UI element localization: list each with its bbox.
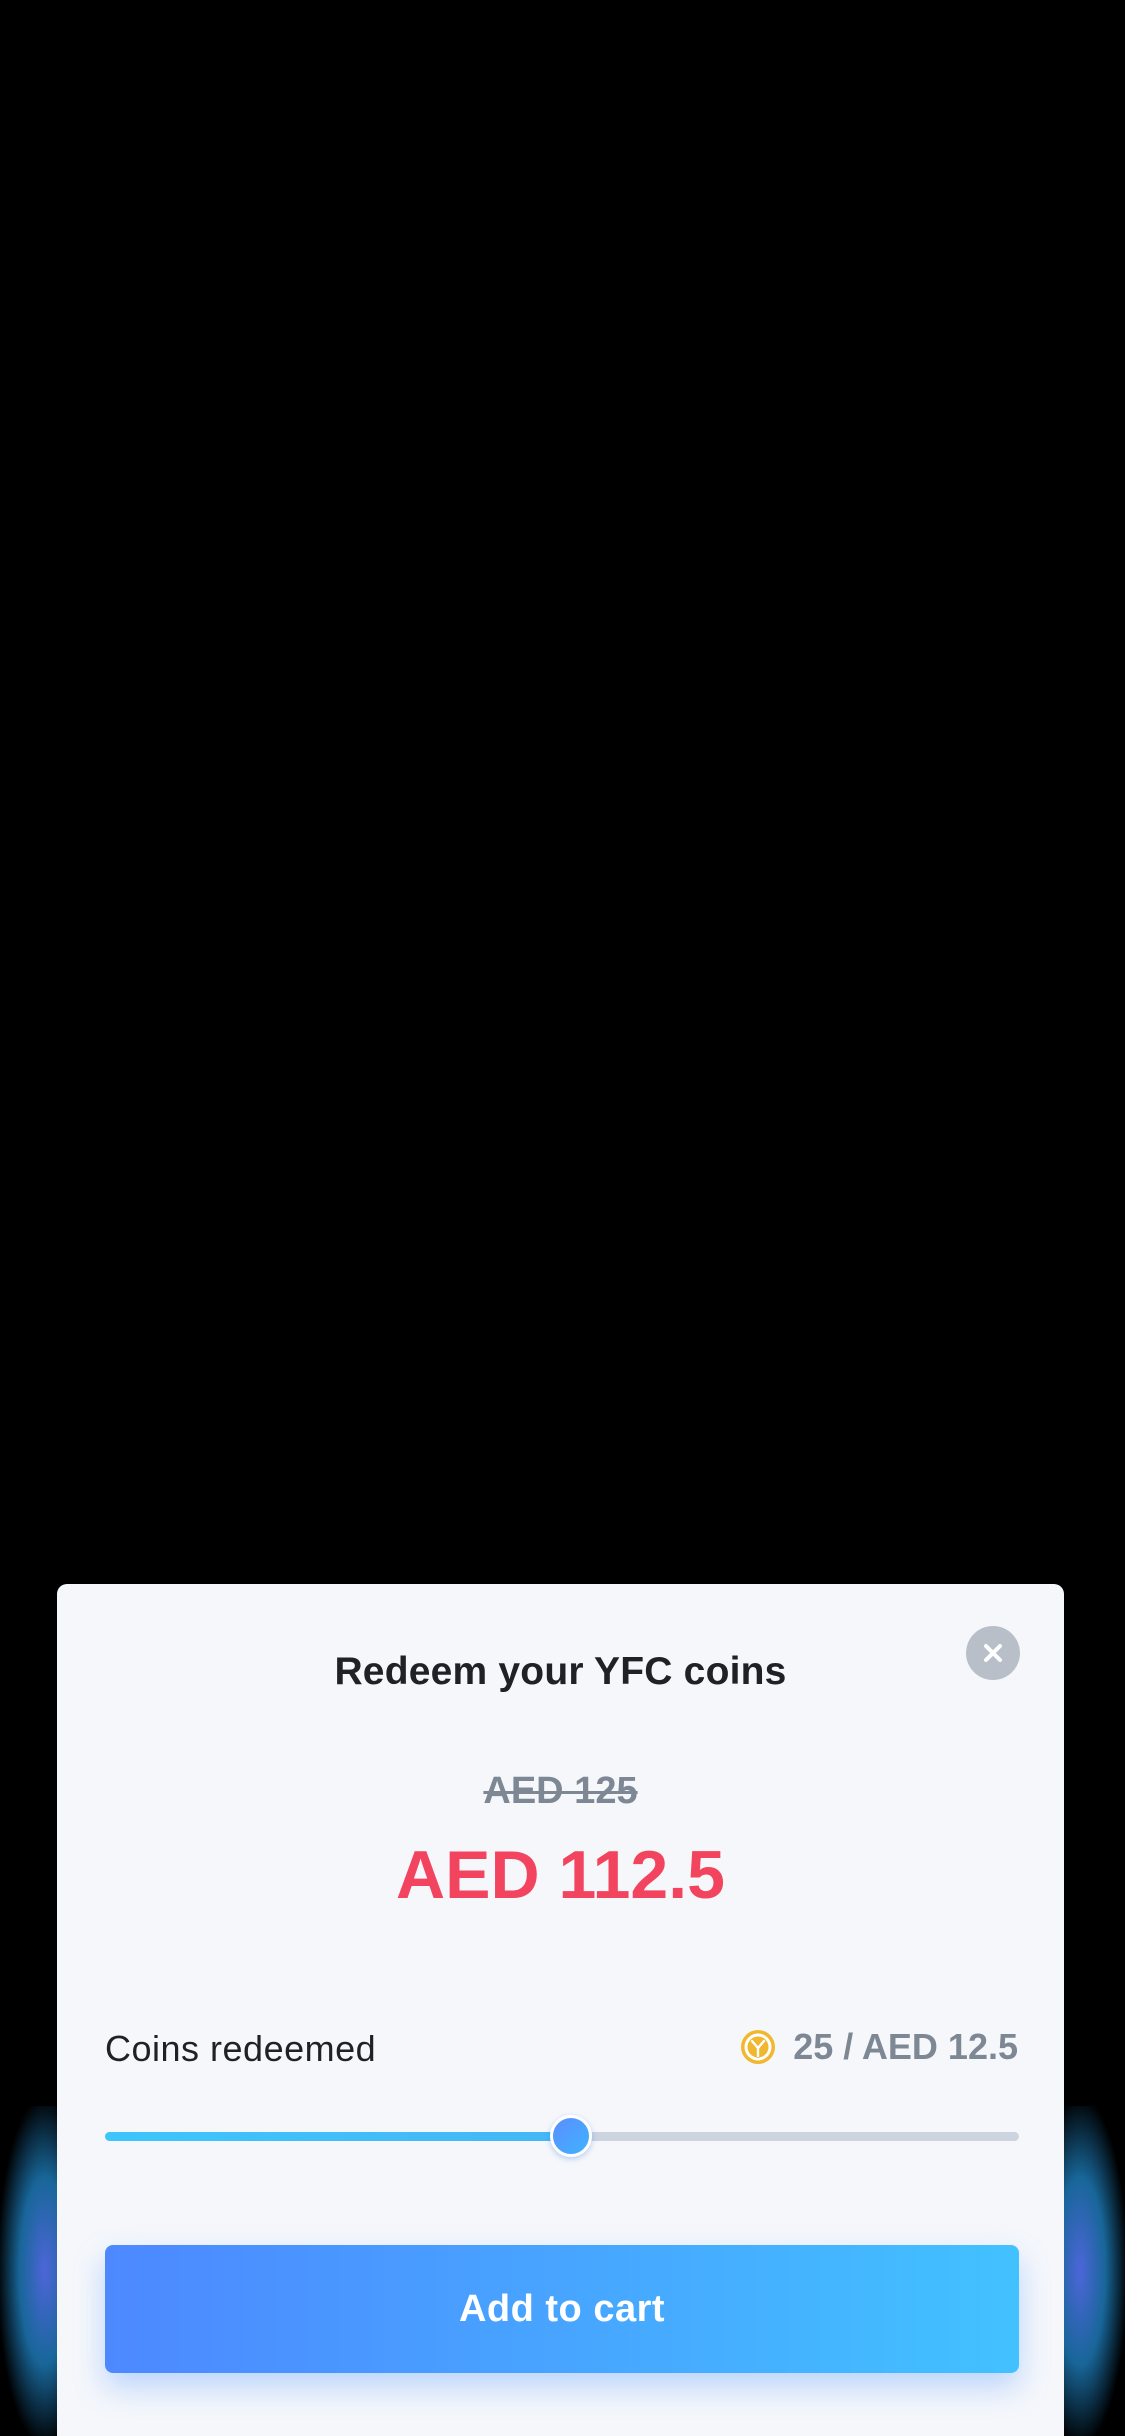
close-button[interactable]	[966, 1626, 1020, 1680]
coins-value-text: 25 / AED 12.5	[793, 2026, 1018, 2067]
slider-fill	[105, 2132, 572, 2141]
discounted-price: AED 112.5	[396, 1837, 725, 1913]
screen: Redeem your YFC coins AED 125 AED 112.5 …	[0, 0, 1125, 2436]
slider-thumb[interactable]	[550, 2115, 593, 2157]
coins-slider[interactable]	[105, 2115, 1019, 2157]
original-price: AED 125	[483, 1770, 638, 1812]
close-icon	[982, 1642, 1004, 1664]
coins-redeemed-value: 25 / AED 12.5	[739, 2026, 1018, 2068]
add-to-cart-button[interactable]: Add to cart	[105, 2245, 1019, 2373]
coins-redeemed-label: Coins redeemed	[105, 2028, 377, 2069]
sheet-title: Redeem your YFC coins	[334, 1650, 787, 1693]
redeem-coins-sheet: Redeem your YFC coins AED 125 AED 112.5 …	[57, 1584, 1064, 2436]
coin-icon	[739, 2028, 793, 2066]
